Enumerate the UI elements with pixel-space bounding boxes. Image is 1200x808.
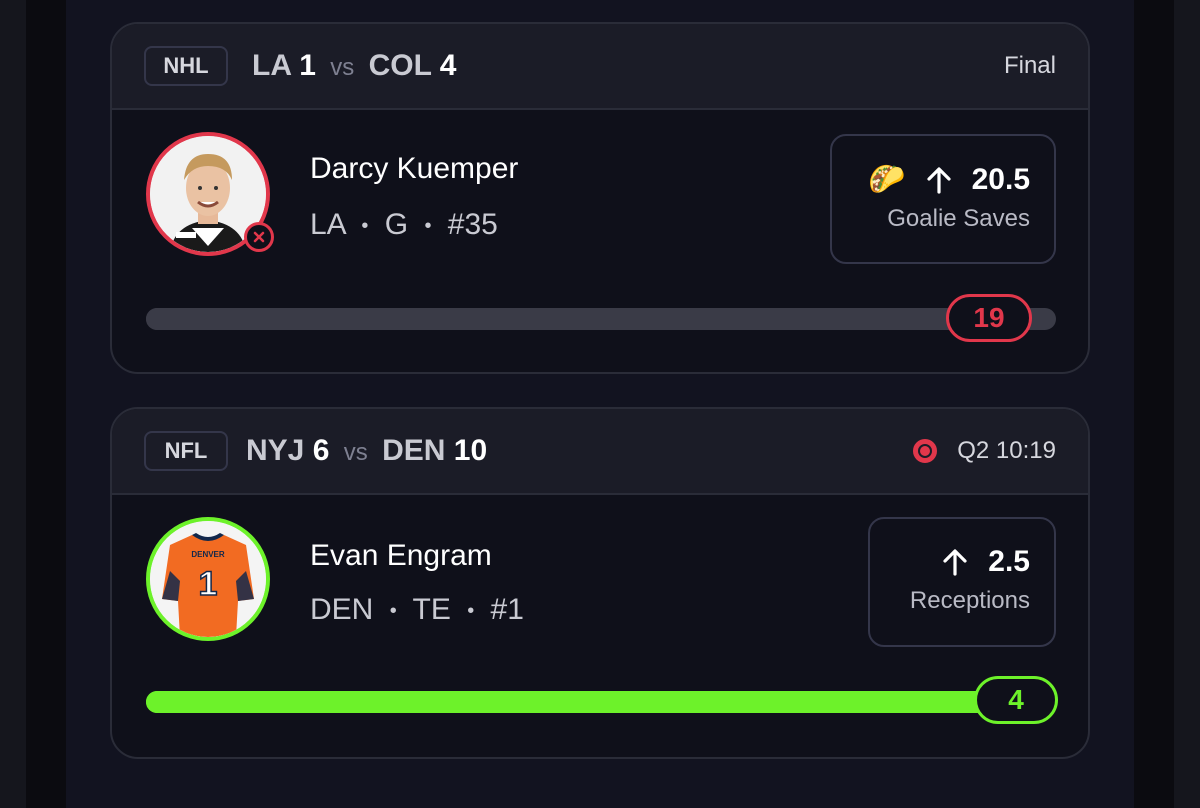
player-avatar: DENVER 1	[146, 517, 270, 641]
progress-track	[146, 308, 1056, 330]
stat-line-row: 2.5	[870, 545, 1030, 579]
stat-line-value: 2.5	[988, 545, 1030, 578]
game-header: NHL LA 1 vs COL 4 Final	[112, 24, 1088, 110]
home-team: DEN	[382, 434, 446, 467]
game-score: LA 1 vs COL 4	[252, 49, 456, 83]
player-team: LA	[310, 208, 346, 241]
pick-card-nfl[interactable]: NFL NYJ 6 vs DEN 10 Q2 10:19 DENVER 1 Ev…	[110, 407, 1090, 759]
away-score: 1	[299, 49, 316, 82]
away-score: 6	[312, 434, 330, 467]
away-team: NYJ	[246, 434, 305, 467]
player-name: Darcy Kuemper	[310, 152, 519, 185]
progress-track	[146, 691, 1026, 713]
status-text: Final	[1003, 52, 1056, 79]
league-badge: NFL	[144, 431, 228, 471]
progress-value-badge: 19	[946, 294, 1032, 342]
player-number: #35	[447, 208, 498, 241]
stat-projection-box[interactable]: 2.5 Receptions	[868, 517, 1056, 647]
meta-separator: •	[467, 599, 475, 622]
progress-fill	[146, 308, 991, 330]
meta-separator: •	[424, 214, 432, 237]
game-status: Final	[1004, 52, 1056, 80]
jersey-icon: DENVER 1	[150, 521, 266, 637]
live-record-icon	[913, 439, 938, 463]
player-position: TE	[412, 593, 451, 626]
stat-projection-box[interactable]: 🌮 20.5 Goalie Saves	[830, 134, 1056, 264]
jersey-lettering: DENVER	[191, 550, 225, 559]
player-position: G	[384, 208, 409, 241]
player-name: Evan Engram	[310, 539, 492, 572]
home-score: 10	[453, 434, 488, 467]
arrow-up-icon	[943, 549, 967, 576]
jersey-number: 1	[199, 565, 218, 603]
meta-separator: •	[361, 214, 369, 237]
league-badge: NHL	[144, 46, 228, 86]
taco-icon: 🌮	[868, 163, 906, 196]
player-avatar	[146, 132, 274, 256]
progress-value-badge: 4	[974, 676, 1058, 724]
away-team: LA	[252, 49, 291, 82]
game-header: NFL NYJ 6 vs DEN 10 Q2 10:19	[112, 409, 1088, 495]
stat-line-value: 20.5	[971, 162, 1030, 196]
stat-label: Goalie Saves	[887, 205, 1030, 232]
stat-line-row: 🌮 20.5	[832, 162, 1030, 197]
vs-label: vs	[330, 54, 355, 81]
player-meta: DEN • TE • #1	[310, 593, 524, 627]
arrow-up-icon	[927, 166, 951, 194]
close-icon[interactable]	[244, 222, 274, 252]
close-x-icon	[253, 231, 265, 243]
stat-label: Receptions	[909, 587, 1030, 614]
player-team: DEN	[310, 593, 374, 626]
status-text: Q2 10:19	[957, 437, 1056, 464]
background-strip-right	[1174, 0, 1200, 808]
player-meta: LA • G • #35	[310, 208, 498, 242]
game-status: Q2 10:19	[913, 437, 1056, 465]
vs-label: vs	[343, 439, 368, 466]
progress-fill	[146, 691, 1026, 713]
pick-card-nhl[interactable]: NHL LA 1 vs COL 4 Final Darcy Kuemper LA…	[110, 22, 1090, 374]
background-strip-left	[0, 0, 26, 808]
home-score: 4	[439, 49, 457, 82]
game-score: NYJ 6 vs DEN 10	[246, 434, 487, 468]
meta-separator: •	[389, 599, 397, 622]
home-team: COL	[368, 49, 432, 82]
player-number: #1	[490, 593, 524, 626]
